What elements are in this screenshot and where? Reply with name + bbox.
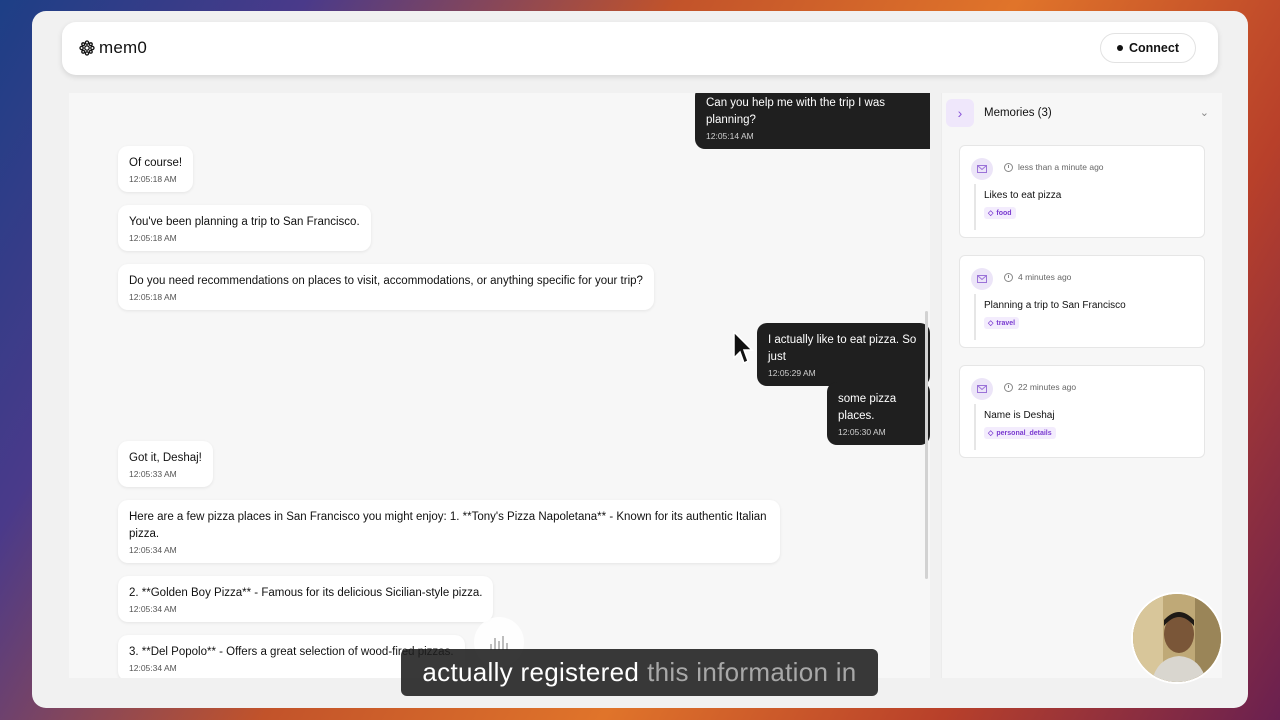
tag-icon: ◇	[988, 430, 994, 437]
memory-card[interactable]: 4 minutes ago Planning a trip to San Fra…	[959, 255, 1205, 348]
message-text: Here are a few pizza places in San Franc…	[129, 511, 767, 540]
memory-card[interactable]: 22 minutes ago Name is Deshaj ◇ personal…	[959, 365, 1205, 458]
mem0-logo-icon	[79, 40, 95, 56]
top-bar: mem0 Connect	[62, 22, 1218, 75]
memory-tag-label: food	[996, 209, 1012, 217]
message-text: I actually like to eat pizza. So just	[768, 334, 917, 363]
status-dot-icon	[1117, 45, 1123, 51]
message-text: 2. **Golden Boy Pizza** - Famous for its…	[129, 587, 483, 599]
chat-message-bot: Here are a few pizza places in San Franc…	[118, 500, 780, 563]
message-text: Of course!	[129, 157, 183, 169]
message-time: 12:05:18 AM	[129, 174, 177, 184]
chat-message-bot: 2. **Golden Boy Pizza** - Famous for its…	[118, 576, 494, 622]
connect-label: Connect	[1129, 41, 1179, 55]
memories-panel: › Memories (3) ⌄ less than a minute ago …	[941, 93, 1222, 678]
memory-time-text: 4 minutes ago	[1018, 272, 1072, 282]
memory-text: Likes to eat pizza	[984, 190, 1062, 201]
memory-body: Name is Deshaj ◇ personal_details	[974, 404, 1056, 450]
message-time: 12:05:34 AM	[129, 604, 177, 614]
message-time: 12:05:29 AM	[768, 368, 816, 378]
memory-tag-label: travel	[996, 319, 1016, 327]
chat-panel[interactable]: Can you help me with the trip I was plan…	[69, 93, 930, 678]
chat-message-user: Can you help me with the trip I was plan…	[695, 93, 930, 149]
clock-icon	[1004, 382, 1013, 392]
app-name: mem0	[99, 38, 148, 57]
message-text: some pizza places.	[838, 393, 897, 422]
memory-text: Name is Deshaj	[984, 410, 1055, 421]
memory-timestamp: less than a minute ago	[1004, 162, 1104, 172]
chat-message-bot: Do you need recommendations on places to…	[118, 264, 654, 310]
memory-tag-label: personal_details	[996, 429, 1052, 437]
message-time: 12:05:34 AM	[129, 545, 177, 555]
memory-timestamp: 22 minutes ago	[1004, 382, 1076, 392]
memory-body: Planning a trip to San Francisco ◇ trave…	[974, 294, 1126, 340]
presenter-webcam-avatar	[1131, 592, 1223, 684]
message-time: 12:05:30 AM	[838, 427, 886, 437]
chat-message-user: I actually like to eat pizza. So just 12…	[757, 323, 930, 386]
app-window: mem0 Connect Can you help me with the tr…	[32, 11, 1248, 708]
video-subtitle: actually registered this information in	[401, 649, 878, 696]
message-text: Got it, Deshaj!	[129, 452, 202, 464]
chat-message-user: some pizza places. 12:05:30 AM	[827, 382, 930, 445]
chat-message-bot: You've been planning a trip to San Franc…	[118, 205, 371, 251]
message-time: 12:05:18 AM	[129, 233, 177, 243]
memory-text: Planning a trip to San Francisco	[984, 300, 1126, 311]
message-text: You've been planning a trip to San Franc…	[129, 216, 360, 228]
memory-body: Likes to eat pizza ◇ food	[974, 184, 1061, 230]
mouse-pointer-icon	[733, 330, 754, 365]
message-time: 12:05:14 AM	[706, 131, 754, 141]
subtitle-rest: this information in	[647, 657, 857, 687]
message-text: Do you need recommendations on places to…	[129, 275, 643, 287]
chat-message-bot: Got it, Deshaj! 12:05:33 AM	[118, 441, 213, 487]
envelope-icon	[971, 268, 993, 290]
tag-icon: ◇	[988, 320, 994, 327]
memory-tag[interactable]: ◇ personal_details	[984, 427, 1056, 439]
connect-button[interactable]: Connect	[1100, 33, 1196, 63]
message-text: Can you help me with the trip I was plan…	[706, 97, 885, 126]
envelope-icon	[971, 378, 993, 400]
memory-time-text: 22 minutes ago	[1018, 382, 1077, 392]
envelope-icon	[971, 158, 993, 180]
chat-message-bot: Of course! 12:05:18 AM	[118, 146, 194, 192]
subtitle-highlight: actually registered	[422, 657, 640, 687]
message-time: 12:05:18 AM	[129, 292, 177, 302]
memories-title: Memories (3)	[984, 107, 1052, 119]
memory-tag[interactable]: ◇ travel	[984, 317, 1020, 329]
memories-header[interactable]: › Memories (3) ⌄	[942, 93, 1223, 133]
chevron-right-icon[interactable]: ›	[946, 99, 974, 127]
message-time: 12:05:33 AM	[129, 469, 177, 479]
clock-icon	[1004, 162, 1013, 172]
logo[interactable]: mem0	[79, 38, 147, 58]
memory-timestamp: 4 minutes ago	[1004, 272, 1071, 282]
tag-icon: ◇	[988, 210, 994, 217]
memory-tag[interactable]: ◇ food	[984, 207, 1016, 219]
clock-icon	[1004, 272, 1013, 282]
audio-wave-icon	[490, 634, 508, 650]
chat-scrollbar[interactable]	[925, 311, 928, 579]
memory-time-text: less than a minute ago	[1018, 162, 1104, 172]
chevron-down-icon[interactable]: ⌄	[1200, 106, 1209, 119]
memory-card[interactable]: less than a minute ago Likes to eat pizz…	[959, 145, 1205, 238]
